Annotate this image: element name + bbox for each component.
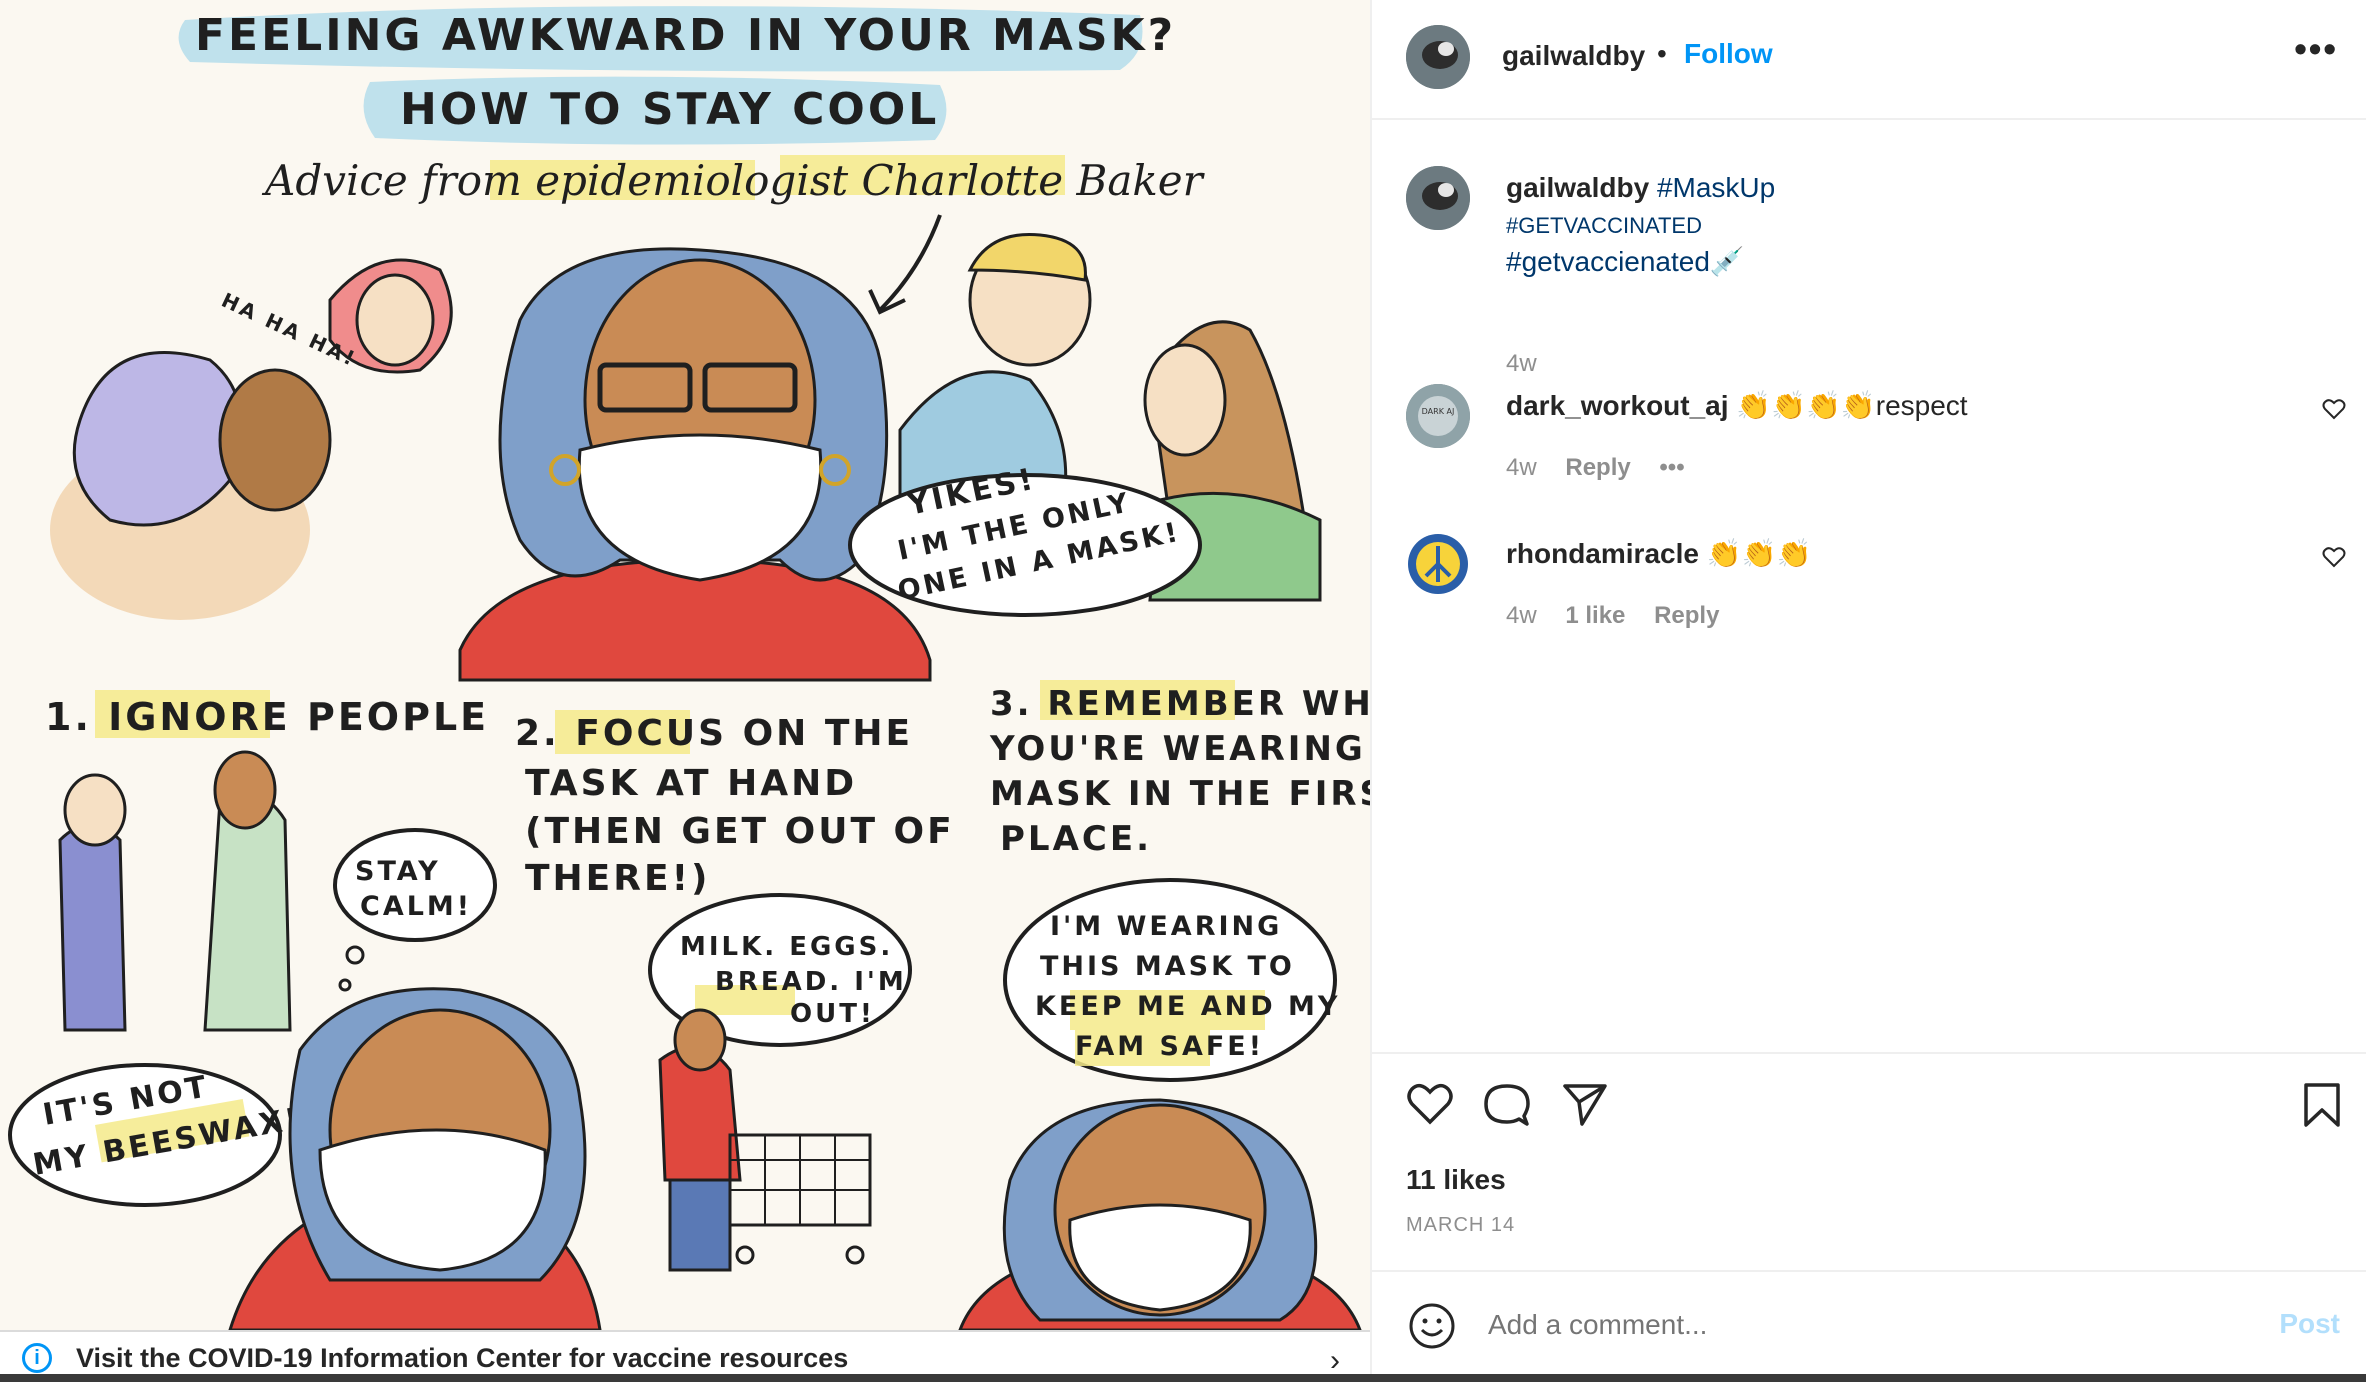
hashtag-link[interactable]: #getvaccienated💉 [1506,246,1745,277]
post-date[interactable]: MARCH 14 [1406,1214,1515,1237]
comic-title-line2: HOW TO STAY COOL [400,84,939,135]
bookmark-icon[interactable] [2302,1082,2342,1128]
hashtag-link[interactable]: #GETVACCINATED [1506,213,1702,238]
comments-section[interactable]: gailwaldby #MaskUp #GETVACCINATED #getva… [1372,120,2366,1052]
follow-button[interactable]: Follow [1684,38,1773,70]
avatar[interactable] [1406,25,1470,89]
post-comment-button[interactable]: Post [2279,1308,2340,1340]
comment-avatar-text: DARK AJ [1422,407,1455,416]
comic-bubble-calm-1: STAY [355,856,441,887]
info-icon: i [22,1343,52,1373]
comment-likes[interactable]: 1 like [1565,602,1625,629]
chevron-right-icon: › [1330,1344,1340,1377]
comment-username[interactable]: rhondamiracle [1506,538,1699,569]
comment-text: 👏👏👏👏respect [1736,390,1968,421]
caption-time[interactable]: 4w [1506,350,1537,377]
share-send-icon[interactable] [1562,1082,1608,1126]
more-options-icon[interactable]: ••• [2294,28,2338,70]
emoji-icon[interactable] [1408,1302,1456,1350]
heart-icon[interactable] [2322,544,2346,575]
avatar[interactable] [1406,532,1470,596]
caption-username[interactable]: gailwaldby [1506,172,1649,203]
add-comment-input[interactable] [1486,1308,2250,1342]
reply-button[interactable]: Reply [1654,602,1719,629]
add-comment-bar: Post [1372,1270,2366,1382]
comic-bubble-fam-4: FAM SAFE! [1075,1031,1264,1062]
comic-bubble-fam-2: THIS MASK TO [1040,951,1295,982]
comment-time[interactable]: 4w [1506,602,1537,629]
avatar[interactable]: DARK AJ [1406,384,1470,448]
comic-bubble-fam-1: I'M WEARING [1050,911,1282,942]
comic-bubble-milk-2: BREAD. I'M [715,967,907,997]
heart-icon[interactable] [2322,396,2346,427]
comment-text: 👏👏👏 [1706,538,1812,569]
covid-banner-text: Visit the COVID-19 Information Center fo… [76,1342,849,1373]
comic-tip2-1: 2. FOCUS ON THE [515,713,913,754]
comment-username[interactable]: dark_workout_aj [1506,390,1729,421]
comic-bubble-milk-1: MILK. EGGS. [680,932,893,962]
comment-more-icon[interactable]: ••• [1659,454,1684,481]
comic-tip2-2: TASK AT HAND [525,763,857,804]
comic-tip2-3: (THEN GET OUT OF [525,811,955,852]
avatar[interactable] [1406,166,1470,230]
window-bottom-edge [0,1374,2366,1382]
post-actions: 11 likes MARCH 14 [1372,1052,2366,1272]
likes-count[interactable]: 11 likes [1406,1164,1506,1196]
reply-button[interactable]: Reply [1565,454,1630,481]
comic-tip3-1: 3. REMEMBER WHY [990,684,1370,724]
comic-title-line1: FEELING AWKWARD IN YOUR MASK? [195,10,1176,61]
comic-illustration: FEELING AWKWARD IN YOUR MASK? HOW TO STA… [0,0,1370,1330]
comic-tip3-3: MASK IN THE FIRST [990,774,1370,814]
comment-bubble-icon[interactable] [1484,1082,1530,1128]
post-header: gailwaldby • Follow ••• [1372,0,2366,120]
comment-time[interactable]: 4w [1506,454,1537,481]
comic-tip3-4: PLACE. [1000,819,1152,859]
hashtag-link[interactable]: #MaskUp [1657,172,1775,203]
comic-bubble-calm-2: CALM! [360,891,472,922]
comic-subtitle: Advice from epidemiologist Charlotte Bak… [261,156,1206,205]
comic-tip3-2: YOU'RE WEARING A [989,729,1370,769]
comic-bubble-fam-3: KEEP ME AND MY [1035,991,1340,1022]
comic-tip2-4: THERE!) [525,858,710,899]
header-username[interactable]: gailwaldby [1502,40,1645,72]
like-heart-icon[interactable] [1406,1082,1454,1126]
separator-dot: • [1657,38,1667,69]
comic-tip1: 1. IGNORE PEOPLE [45,695,489,739]
post-image[interactable]: FEELING AWKWARD IN YOUR MASK? HOW TO STA… [0,0,1370,1382]
comic-bubble-milk-3: OUT! [790,999,875,1029]
post-details-panel: gailwaldby • Follow ••• gailwaldby #Mask… [1370,0,2366,1382]
